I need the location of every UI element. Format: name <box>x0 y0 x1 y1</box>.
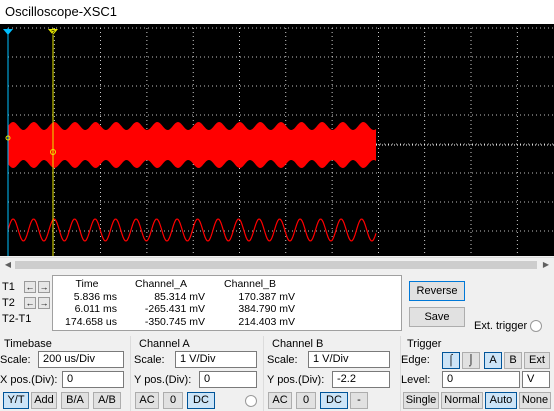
timebase-group: Timebase Scale: 200 us/Div X pos.(Div): … <box>0 336 130 411</box>
level-label: Level: <box>401 374 431 386</box>
trigger-title: Trigger <box>407 338 442 350</box>
channel-a-scale-label: Scale: <box>134 354 165 366</box>
xpos-label: X pos.(Div): <box>0 374 58 386</box>
xpos-field[interactable]: 0 <box>62 371 124 388</box>
col-time: Time <box>75 278 99 291</box>
readout-cell: 214.403 mV <box>238 315 295 328</box>
channel-a-trace <box>8 122 376 168</box>
col-channel-a: Channel_A <box>135 278 187 291</box>
scroll-thumb[interactable] <box>15 261 537 269</box>
reverse-button[interactable]: Reverse <box>409 281 465 301</box>
channel-b-group: Channel B Scale: 1 V/Div Y pos.(Div): -2… <box>263 336 400 411</box>
time-scrollbar[interactable]: ◀ ▶ <box>0 257 554 271</box>
mode-add-button[interactable]: Add <box>31 392 57 409</box>
readout-cell: 170.387 mV <box>238 290 295 303</box>
window-title: Oscilloscope-XSC1 <box>5 4 117 19</box>
t1-label: T1 <box>2 281 15 293</box>
mode-ab-button[interactable]: A/B <box>93 392 121 409</box>
t2-right-arrow-icon[interactable]: → <box>38 297 50 309</box>
channel-a-ypos-field[interactable]: 0 <box>199 371 257 388</box>
col-channel-b: Channel_B <box>224 278 276 291</box>
oscilloscope-window: Oscilloscope-XSC1 2 ◀ ▶ T1 ← → T2 ← → T2… <box>0 0 554 411</box>
channel-b-minus-button[interactable]: - <box>350 392 368 409</box>
channel-b-ypos-field[interactable]: -2.2 <box>332 371 390 388</box>
channel-b-zero-button[interactable]: 0 <box>296 392 316 409</box>
channel-b-scale-label: Scale: <box>267 354 298 366</box>
timebase-title: Timebase <box>4 338 52 350</box>
readout-row-t1: 5.836 ms 85.314 mV 170.387 mV <box>57 291 295 304</box>
t2t1-label: T2-T1 <box>2 313 32 325</box>
level-unit-field[interactable]: V <box>522 371 550 388</box>
trigger-source-ext-button[interactable]: Ext <box>524 352 550 369</box>
title-bar: Oscilloscope-XSC1 <box>0 0 554 24</box>
channel-b-scale-field[interactable]: 1 V/Div <box>308 351 390 368</box>
scroll-left-icon[interactable]: ◀ <box>2 259 14 271</box>
channel-b-title: Channel B <box>272 338 324 350</box>
readout-row-t2t1: 174.658 us -350.745 mV 214.403 mV <box>57 316 295 329</box>
readout-cell: 174.658 us <box>65 315 117 328</box>
cursor-panel: T1 ← → T2 ← → T2-T1 Time Channel_A Chann… <box>0 273 554 333</box>
trigger-source-a-button[interactable]: A <box>484 352 502 369</box>
trigger-normal-button[interactable]: Normal <box>441 392 483 409</box>
save-button[interactable]: Save <box>409 307 465 327</box>
scope-svg: 2 <box>3 27 554 256</box>
trigger-source-b-button[interactable]: B <box>504 352 522 369</box>
channel-a-radio[interactable] <box>245 395 257 407</box>
timebase-scale-field[interactable]: 200 us/Div <box>38 351 124 368</box>
timebase-scale-label: Scale: <box>0 354 31 366</box>
t2-left-arrow-icon[interactable]: ← <box>24 297 36 309</box>
ext-trigger-radio[interactable] <box>530 320 542 332</box>
mode-ba-button[interactable]: B/A <box>61 392 89 409</box>
channel-b-ac-button[interactable]: AC <box>268 392 292 409</box>
trigger-auto-button[interactable]: Auto <box>485 392 517 409</box>
channel-a-zero-button[interactable]: 0 <box>163 392 183 409</box>
channel-a-group: Channel A Scale: 1 V/Div Y pos.(Div): 0 … <box>130 336 263 411</box>
channel-b-dc-button[interactable]: DC <box>320 392 348 409</box>
readout-row-t2: 6.011 ms -265.431 mV 384.790 mV <box>57 303 295 316</box>
trigger-none-button[interactable]: None <box>519 392 551 409</box>
trigger-group: Trigger Edge: ⌠ ⌡ A B Ext Level: 0 V Sin… <box>400 336 554 411</box>
readout-cell: -265.431 mV <box>144 303 205 316</box>
mode-yt-button[interactable]: Y/T <box>3 392 29 409</box>
readout-cell: 5.836 ms <box>73 290 117 303</box>
channel-a-dc-button[interactable]: DC <box>187 392 215 409</box>
readout-cell: 384.790 mV <box>238 303 295 316</box>
cursor-readout: Time Channel_A Channel_B 5.836 ms 85.314… <box>52 275 402 331</box>
edge-label: Edge: <box>401 354 430 366</box>
rising-edge-icon[interactable]: ⌠ <box>442 352 460 369</box>
channel-b-trace <box>7 218 377 242</box>
falling-edge-icon[interactable]: ⌡ <box>462 352 480 369</box>
t1-right-arrow-icon[interactable]: → <box>38 281 50 293</box>
scope-display: 2 <box>0 24 554 256</box>
readout-cell: -350.745 mV <box>144 315 205 328</box>
trigger-single-button[interactable]: Single <box>403 392 439 409</box>
level-field[interactable]: 0 <box>442 371 520 388</box>
cursor-2-marker: 2 <box>51 30 55 37</box>
readout-cell: 6.011 ms <box>74 303 117 316</box>
ext-trigger-label: Ext. trigger <box>474 320 528 332</box>
t2-label: T2 <box>2 297 15 309</box>
channel-b-ypos-label: Y pos.(Div): <box>267 374 325 386</box>
readout-cell: 85.314 mV <box>154 290 205 303</box>
channel-a-scale-field[interactable]: 1 V/Div <box>175 351 257 368</box>
cursor-1-handle <box>3 29 13 35</box>
scroll-right-icon[interactable]: ▶ <box>540 259 552 271</box>
t1-left-arrow-icon[interactable]: ← <box>24 281 36 293</box>
channel-a-ac-button[interactable]: AC <box>135 392 159 409</box>
channel-a-title: Channel A <box>139 338 190 350</box>
channel-a-ypos-label: Y pos.(Div): <box>134 374 192 386</box>
